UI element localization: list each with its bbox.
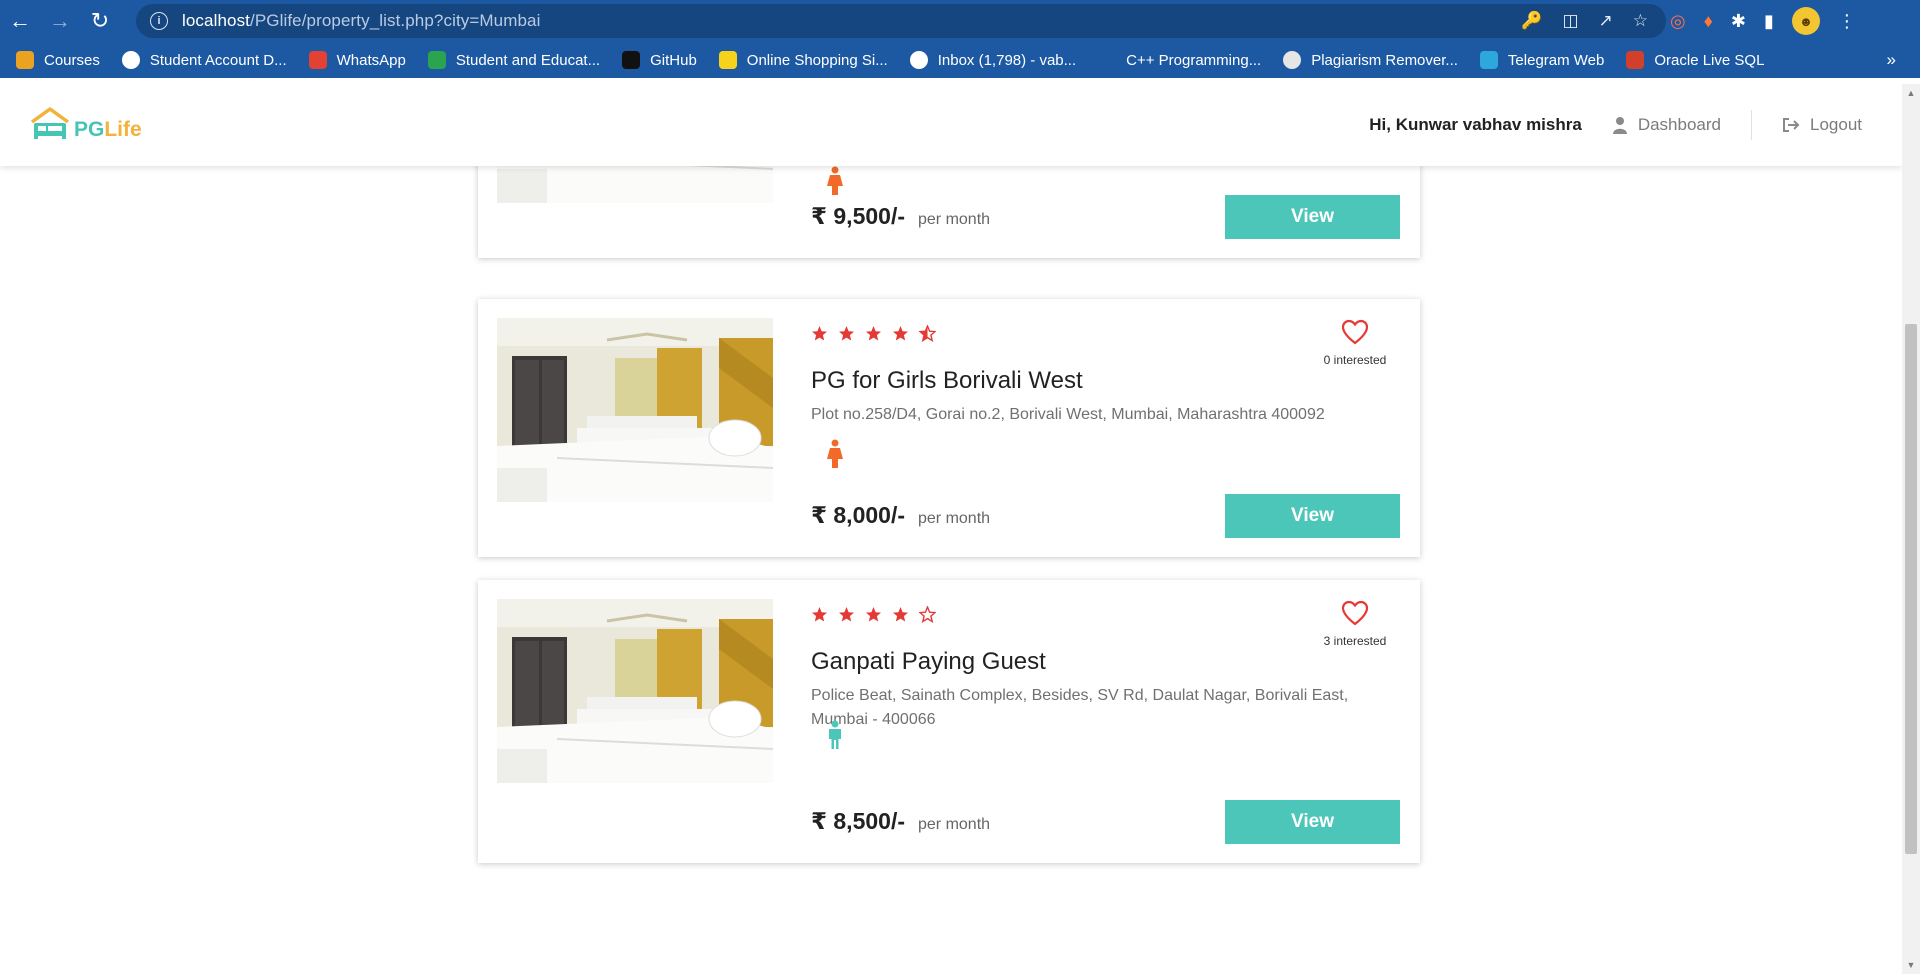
url-text[interactable]: localhost/PGlife/property_list.php?city=… [182, 11, 540, 31]
view-button[interactable]: View [1225, 195, 1400, 239]
bookmark-item[interactable]: Online Shopping Si... [718, 51, 888, 69]
rent-block: ₹ 9,500/- per month [811, 203, 990, 230]
property-image[interactable] [497, 599, 773, 783]
side-panel-icon[interactable]: ▮ [1764, 11, 1774, 32]
property-image[interactable] [497, 318, 773, 502]
star-rating [811, 605, 937, 628]
telegram-icon [1479, 51, 1498, 69]
share-icon[interactable]: ↗ [1599, 11, 1613, 31]
menu-dots-icon[interactable]: ⋮ [1838, 11, 1856, 32]
interested-count: 3 interested [1323, 634, 1387, 648]
rent-block: ₹ 8,000/- per month [811, 502, 990, 529]
oracle-icon [1626, 51, 1645, 69]
interested-count: 0 interested [1323, 353, 1387, 367]
bookmarks-overflow-icon[interactable]: » [1887, 42, 1896, 78]
browser-toolbar: ← → ↻ i localhost/PGlife/property_list.p… [0, 0, 1920, 42]
rent-period: per month [918, 211, 991, 228]
drive-icon [427, 51, 446, 69]
star-icon [811, 606, 828, 628]
github-icon [622, 51, 641, 69]
bookmark-item[interactable]: Inbox (1,798) - vab... [909, 51, 1076, 69]
property-name: Ganpati Paying Guest [811, 648, 1046, 675]
rent-amount: ₹ 9,500/- [811, 203, 905, 229]
forward-arrow-icon[interactable]: → [40, 0, 80, 42]
rent-period: per month [918, 510, 991, 527]
logo-life: Life [104, 118, 142, 141]
rent-period: per month [918, 816, 991, 833]
property-address: Police Beat, Sainath Complex, Besides, S… [811, 687, 1349, 728]
star-icon [865, 325, 882, 347]
flipkart-icon [718, 51, 737, 69]
courses-icon [16, 51, 34, 69]
property-address: Plot no.258/D4, Gorai no.2, Borivali Wes… [811, 406, 1325, 423]
property-card: 0 interested PG for Girls Borivali West P… [478, 299, 1420, 557]
logout-icon [1783, 118, 1800, 132]
star-icon [892, 325, 909, 347]
bookmark-item[interactable]: C++ Programming... [1098, 51, 1261, 69]
star-icon [838, 606, 855, 628]
property-card: 3 interested Ganpati Paying Guest Police … [478, 580, 1420, 863]
gmail-icon [909, 51, 928, 69]
pr-icon [1283, 51, 1302, 69]
scroll-down-icon[interactable]: ▼ [1906, 960, 1916, 970]
star-icon [892, 606, 909, 628]
property-name: PG for Girls Borivali West [811, 367, 1083, 394]
dashboard-link[interactable]: Dashboard [1612, 115, 1721, 135]
star-icon [865, 606, 882, 628]
extension-s-icon[interactable]: ◎ [1670, 11, 1686, 32]
bookmarks-bar: Courses Student Account D... WhatsApp Stude… [0, 42, 1920, 78]
extension-flame-icon[interactable]: ♦ [1704, 11, 1713, 32]
bookmark-item[interactable]: Plagiarism Remover... [1283, 51, 1458, 69]
bookmark-item[interactable]: Student and Educat... [427, 51, 600, 69]
reload-icon[interactable]: ↻ [80, 0, 120, 42]
scroll-up-icon[interactable]: ▲ [1906, 88, 1916, 98]
star-rating [811, 324, 937, 347]
puzzle-icon[interactable]: ✱ [1731, 11, 1746, 32]
star-icon [918, 605, 937, 628]
page-viewport: PGLife Hi, Kunwar vabhav mishra Dashboar… [0, 84, 1902, 974]
user-icon [1612, 117, 1627, 134]
interested-block: 3 interested [1310, 600, 1400, 650]
bookmark-item[interactable]: Student Account D... [121, 51, 287, 69]
unisex-icon [825, 720, 845, 750]
infinity-icon [1098, 51, 1117, 69]
bookmark-item[interactable]: GitHub [622, 51, 697, 69]
female-icon [825, 166, 845, 196]
alert-icon [308, 51, 327, 69]
globe-icon [121, 51, 140, 69]
bookmark-item[interactable]: WhatsApp [308, 51, 406, 69]
rent-amount: ₹ 8,500/- [811, 808, 905, 834]
key-icon[interactable]: 🔑 [1521, 11, 1542, 31]
pglife-logo[interactable]: PGLife [28, 106, 142, 140]
site-info-icon[interactable]: i [150, 12, 168, 30]
star-icon [918, 324, 937, 347]
back-arrow-icon[interactable]: ← [0, 0, 40, 42]
bookmark-item[interactable]: Oracle Live SQL [1626, 51, 1764, 69]
house-logo-icon [30, 107, 70, 139]
logout-link[interactable]: Logout [1782, 115, 1862, 135]
star-icon [811, 325, 828, 347]
page-scrollbar[interactable]: ▲ ▼ [1902, 84, 1920, 974]
site-header: PGLife Hi, Kunwar vabhav mishra Dashboar… [0, 84, 1902, 166]
profile-avatar[interactable]: ☻ [1791, 7, 1820, 35]
scrollbar-thumb[interactable] [1905, 324, 1917, 854]
rent-amount: ₹ 8,000/- [811, 502, 905, 528]
logo-pg: PG [74, 118, 105, 141]
user-greeting: Hi, Kunwar vabhav mishra [1369, 115, 1582, 134]
female-icon [825, 439, 845, 469]
star-icon [838, 325, 855, 347]
rent-block: ₹ 8,500/- per month [811, 808, 990, 835]
view-button[interactable]: View [1225, 494, 1400, 538]
bookmark-item[interactable]: Courses [16, 51, 100, 69]
interested-block: 0 interested [1310, 319, 1400, 369]
address-bar[interactable]: i localhost/PGlife/property_list.php?cit… [136, 4, 1666, 38]
translate-icon[interactable]: ◫ [1562, 11, 1578, 31]
bookmark-star-icon[interactable]: ☆ [1633, 11, 1648, 31]
heart-icon[interactable] [1341, 600, 1369, 626]
bookmark-item[interactable]: Telegram Web [1479, 51, 1604, 69]
nav-divider [1751, 110, 1752, 140]
heart-icon[interactable] [1341, 319, 1369, 345]
view-button[interactable]: View [1225, 800, 1400, 844]
